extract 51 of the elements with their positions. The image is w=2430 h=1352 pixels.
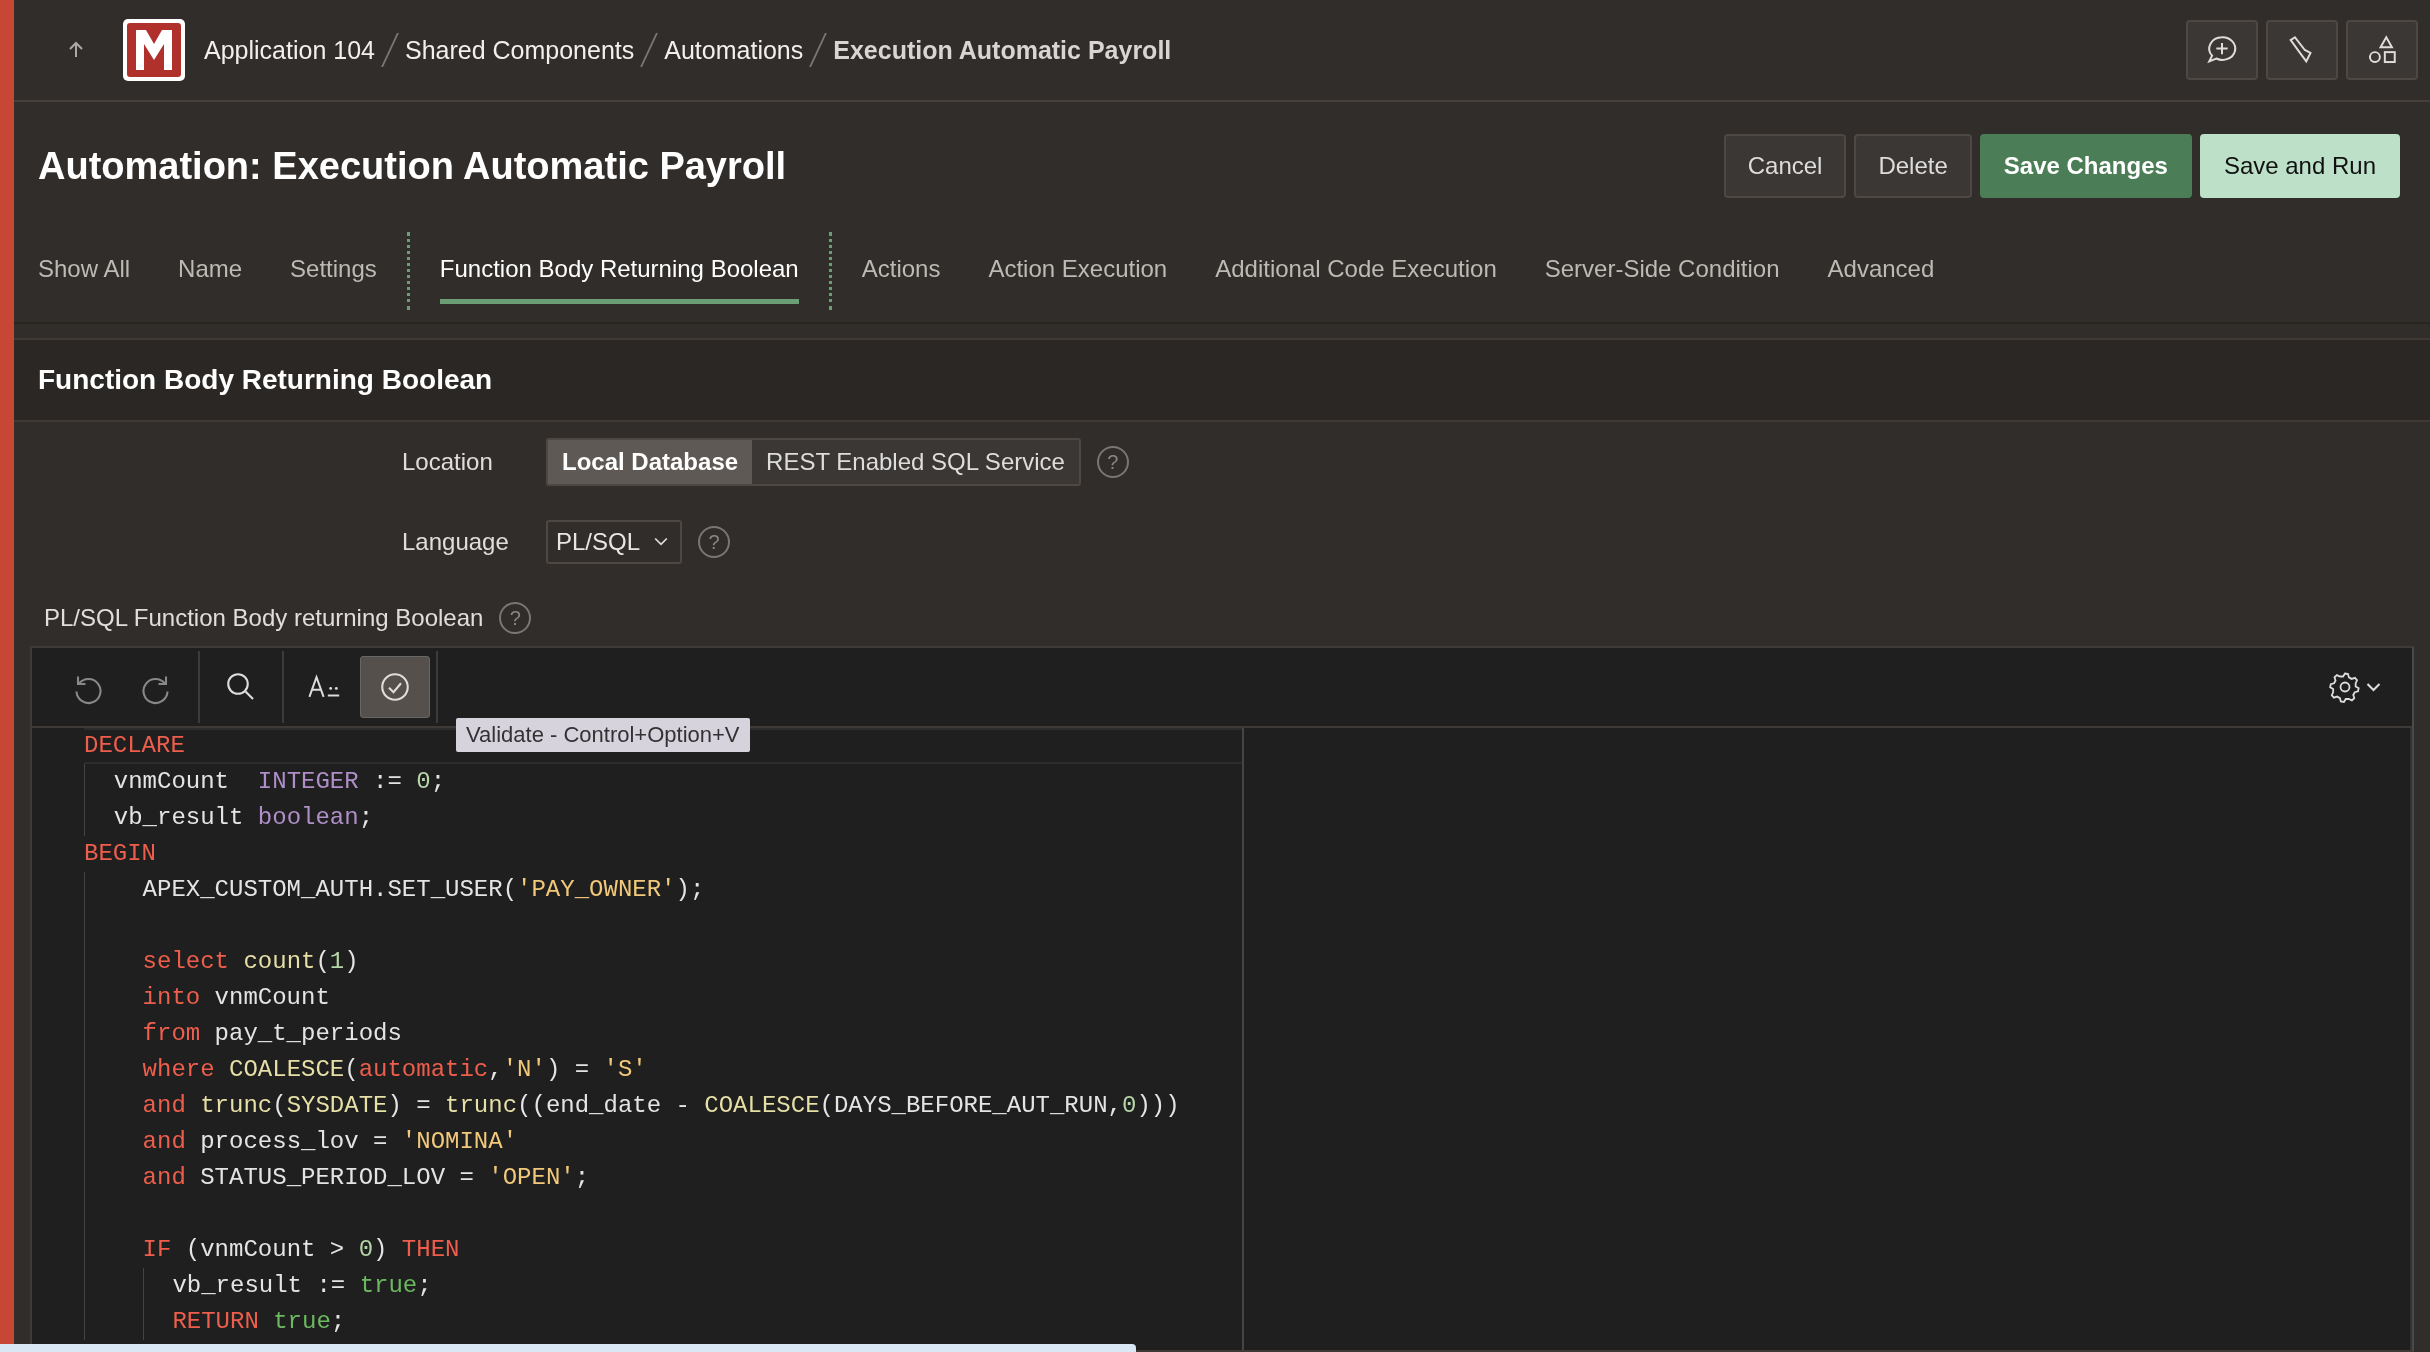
breadcrumb-link[interactable]: Execution Automatic Payroll (833, 35, 1172, 65)
editor-label: PL/SQL Function Body returning Boolean (44, 604, 484, 632)
action-button[interactable]: Save and Run (2199, 134, 2400, 198)
chevron-icon (654, 537, 669, 547)
code-line: from pay_t_periods (142, 1019, 402, 1049)
action-button[interactable]: Delete (1854, 134, 1972, 198)
code-line: and process_lov = 'NOMINA' (142, 1127, 518, 1157)
field-label: Location (402, 448, 494, 476)
segment-option[interactable]: REST Enabled SQL Service (752, 440, 1079, 484)
help-button[interactable]: ? (499, 602, 532, 634)
code-line: and trunc(SYSDATE) = trunc((end_date - COALESCE(DAYS_BEFORE_AUT_RUN,0))) (142, 1091, 1180, 1121)
tooltip: Validate - Control+Option+V (456, 718, 750, 752)
segment-option[interactable]: Local Database (548, 440, 753, 484)
app-logo-icon[interactable] (122, 18, 186, 82)
code-line: into vnmCount (142, 983, 330, 1013)
breadcrumb-link[interactable]: Shared Components (404, 35, 635, 65)
tab[interactable]: Action Execution (988, 238, 1168, 304)
tab[interactable]: Name (178, 238, 243, 304)
tab[interactable]: Show All (38, 238, 131, 304)
shapes-icon[interactable] (2346, 20, 2418, 80)
code-line: select count(1) (142, 947, 359, 977)
scrollbar[interactable] (0, 1344, 1136, 1352)
field-label: Language (402, 528, 510, 556)
add-comment-icon[interactable] (2186, 20, 2258, 80)
code-line: and STATUS_PERIOD_LOV = 'OPEN'; (142, 1163, 590, 1193)
code-line: where COALESCE(automatic,'N') = 'S' (142, 1055, 647, 1085)
flashlight-icon[interactable] (2266, 20, 2338, 80)
code-line: vb_result := true; (172, 1271, 432, 1301)
code-line: RETURN true; (172, 1307, 346, 1337)
code-line: BEGIN (84, 839, 156, 869)
code-line: vnmCount INTEGER := 0; (113, 767, 446, 797)
code-line: IF (vnmCount > 0) THEN (142, 1235, 460, 1265)
help-button[interactable]: ? (1096, 446, 1129, 478)
validate-button[interactable] (360, 656, 430, 718)
code-line: APEX_CUSTOM_AUTH.SET_USER('PAY_OWNER'); (142, 875, 705, 905)
code-line: DECLARE (84, 731, 185, 761)
language-select[interactable]: PL/SQL (546, 520, 683, 564)
section-title: Function Body Returning Boolean (38, 364, 493, 396)
action-button[interactable]: Save Changes (1979, 134, 2192, 198)
tab[interactable]: Server-Side Condition (1544, 238, 1780, 304)
breadcrumb-link[interactable]: Automations (664, 35, 804, 65)
breadcrumb-link[interactable]: Application 104 (204, 35, 375, 65)
tab[interactable]: Settings (290, 238, 377, 304)
help-button[interactable]: ? (698, 526, 731, 558)
code-line: vb_result boolean; (113, 803, 374, 833)
page-title: Automation: Execution Automatic Payroll (38, 144, 787, 188)
tab[interactable]: Function Body Returning Boolean (439, 238, 799, 304)
tab[interactable]: Actions (861, 238, 941, 304)
tab[interactable]: Additional Code Execution (1215, 238, 1497, 304)
tab[interactable]: Advanced (1827, 238, 1935, 304)
action-button[interactable]: Cancel (1723, 134, 1847, 198)
